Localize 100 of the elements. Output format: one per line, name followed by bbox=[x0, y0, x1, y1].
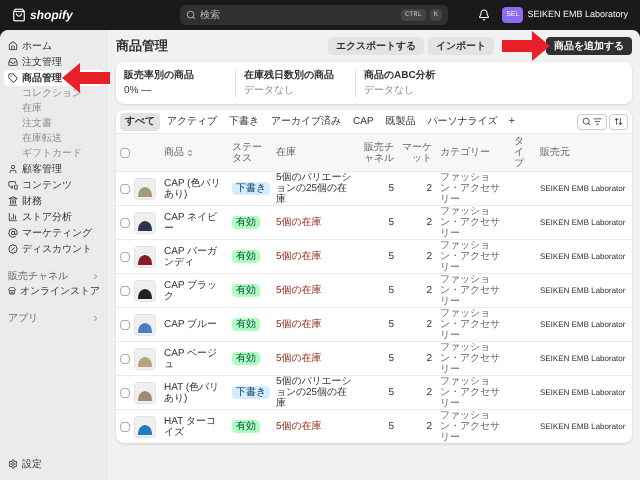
filter-tab[interactable]: 下書き bbox=[224, 112, 264, 130]
add-tab-button[interactable]: + bbox=[504, 113, 519, 130]
category-text: ファッション・アクセサリー bbox=[440, 206, 501, 239]
filter-tab[interactable]: すべて bbox=[120, 112, 160, 130]
product-name[interactable]: HAT ターコイズ bbox=[164, 416, 224, 438]
inventory-text: 5個の在庫 bbox=[276, 251, 323, 262]
row-checkbox[interactable] bbox=[120, 388, 130, 398]
sidebar-item[interactable]: 顧客管理 bbox=[4, 161, 104, 177]
product-name[interactable]: CAP (色バリあり) bbox=[164, 178, 224, 200]
nav-icon bbox=[8, 228, 18, 238]
row-checkbox[interactable] bbox=[120, 422, 130, 432]
category-text: ファッション・アクセサリー bbox=[440, 342, 501, 375]
market-count: 2 bbox=[426, 217, 432, 228]
vendor-name: SEIKEN EMB Laborator bbox=[540, 354, 626, 363]
action-button[interactable]: インポート bbox=[428, 37, 494, 55]
vendor-name: SEIKEN EMB Laborator bbox=[540, 218, 626, 227]
sort-button[interactable] bbox=[609, 114, 628, 130]
page-title: 商品管理 bbox=[116, 37, 169, 56]
inventory-text: 5個の在庫 bbox=[276, 217, 323, 228]
search-filter-button[interactable] bbox=[577, 114, 607, 130]
row-checkbox[interactable] bbox=[120, 286, 130, 296]
product-name[interactable]: CAP バーガンディ bbox=[164, 246, 224, 268]
category-text: ファッション・アクセサリー bbox=[440, 308, 501, 341]
row-checkbox[interactable] bbox=[120, 252, 130, 262]
brand-logo[interactable]: shopify bbox=[30, 6, 73, 24]
status-badge: 下書き bbox=[232, 182, 270, 195]
vendor-name: SEIKEN EMB Laborator bbox=[540, 388, 626, 397]
filter-tab[interactable]: CAP bbox=[348, 112, 379, 130]
channel-count: 5 bbox=[388, 319, 394, 330]
filter-tab[interactable]: アクティブ bbox=[162, 112, 222, 130]
select-all-checkbox[interactable] bbox=[120, 148, 130, 158]
product-name[interactable]: CAP ブラック bbox=[164, 280, 224, 302]
status-badge: 有効 bbox=[232, 318, 260, 331]
chevron-right-icon[interactable] bbox=[91, 314, 100, 322]
column-header: ステータス bbox=[232, 142, 263, 164]
column-header: 販売チャネル bbox=[364, 142, 394, 164]
column-header: タイプ bbox=[514, 136, 526, 169]
inventory-text: 5個の在庫 bbox=[276, 285, 323, 296]
column-header: 在庫 bbox=[276, 147, 297, 158]
store-icon bbox=[8, 286, 16, 296]
account-name[interactable]: SEIKEN EMB Laboratory bbox=[527, 8, 628, 22]
row-checkbox[interactable] bbox=[120, 218, 130, 228]
status-badge: 有効 bbox=[232, 250, 260, 263]
sidebar-item[interactable]: コンテンツ bbox=[4, 177, 104, 193]
add-product-button[interactable]: 商品を追加する bbox=[546, 37, 632, 55]
column-header[interactable]: 商品 bbox=[164, 147, 224, 158]
inventory-text: 5個の在庫 bbox=[276, 319, 323, 330]
channel-count: 5 bbox=[388, 217, 394, 228]
vendor-name: SEIKEN EMB Laborator bbox=[540, 320, 626, 329]
product-name[interactable]: HAT (色バリあり) bbox=[164, 382, 224, 404]
category-text: ファッション・アクセサリー bbox=[440, 172, 501, 205]
vendor-name: SEIKEN EMB Laborator bbox=[540, 252, 626, 261]
channel-count: 5 bbox=[388, 387, 394, 398]
column-header: 販売元 bbox=[540, 147, 571, 158]
row-checkbox[interactable] bbox=[120, 320, 130, 330]
row-checkbox[interactable] bbox=[120, 354, 130, 364]
notification-bell-icon[interactable] bbox=[478, 9, 490, 21]
column-header: マーケット bbox=[402, 142, 432, 164]
filter-tab[interactable]: 既製品 bbox=[380, 112, 421, 130]
status-badge: 下書き bbox=[232, 386, 270, 399]
settings-link[interactable]: 設定 bbox=[4, 456, 104, 472]
vendor-name: SEIKEN EMB Laborator bbox=[540, 422, 626, 431]
category-text: ファッション・アクセサリー bbox=[440, 376, 501, 409]
stat-value: データなし bbox=[364, 84, 415, 98]
product-name[interactable]: CAP ブルー bbox=[164, 319, 224, 330]
nav-icon bbox=[8, 41, 18, 51]
channel-count: 5 bbox=[388, 285, 394, 296]
sidebar-item[interactable]: マーケティング bbox=[4, 225, 104, 241]
filter-tab[interactable]: アーカイブ済み bbox=[266, 112, 346, 130]
product-name[interactable]: CAP ネイビー bbox=[164, 212, 224, 234]
sidebar-item[interactable]: 注文管理 bbox=[4, 54, 104, 70]
stat-label: 販売率別の商品 bbox=[124, 68, 195, 83]
market-count: 2 bbox=[426, 421, 432, 432]
column-header: カテゴリー bbox=[440, 147, 491, 158]
search-icon bbox=[186, 10, 196, 20]
market-count: 2 bbox=[426, 353, 432, 364]
sidebar-item[interactable]: オンラインストア bbox=[4, 283, 104, 299]
settings-icon bbox=[8, 459, 18, 469]
nav-icon bbox=[8, 73, 18, 83]
nav-icon bbox=[8, 57, 18, 67]
stat-value: データなし bbox=[244, 84, 295, 98]
market-count: 2 bbox=[426, 183, 432, 194]
product-name[interactable]: CAP ベージュ bbox=[164, 348, 224, 370]
category-text: ファッション・アクセサリー bbox=[440, 240, 501, 273]
inventory-text: 5個の在庫 bbox=[276, 353, 323, 364]
row-checkbox[interactable] bbox=[120, 184, 130, 194]
sidebar-item[interactable]: ディスカウント bbox=[4, 241, 104, 257]
nav-icon bbox=[8, 244, 18, 254]
nav-icon bbox=[8, 212, 18, 222]
filter-icon bbox=[593, 117, 602, 126]
sidebar-item[interactable]: ストア分析 bbox=[4, 209, 104, 225]
sidebar-item[interactable]: 財務 bbox=[4, 193, 104, 209]
stat-label: 商品のABC分析 bbox=[364, 68, 437, 83]
sidebar-item[interactable]: ホーム bbox=[4, 38, 104, 54]
stat-value: 0% — bbox=[124, 84, 152, 98]
market-count: 2 bbox=[426, 319, 432, 330]
action-button[interactable]: エクスポートする bbox=[328, 37, 424, 55]
chevron-right-icon[interactable] bbox=[91, 272, 100, 280]
filter-tab[interactable]: パーソナライズ bbox=[422, 112, 503, 130]
section-heading: 販売チャネル bbox=[8, 270, 68, 284]
